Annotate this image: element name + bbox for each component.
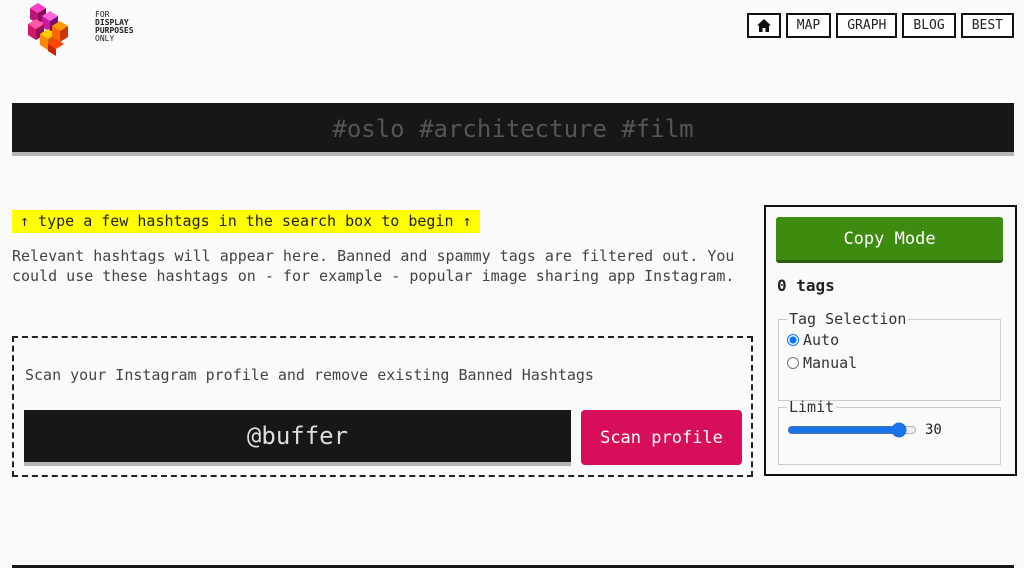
- scan-input-shadow: [24, 462, 571, 466]
- site-logo[interactable]: FOR DISPLAY PURPOSES ONLY: [24, 0, 144, 56]
- logo-text-line4: ONLY: [95, 34, 115, 43]
- limit-legend: Limit: [789, 398, 835, 416]
- search-bar-shadow: [12, 152, 1014, 156]
- copy-mode-button[interactable]: Copy Mode: [776, 217, 1003, 263]
- nav-item-graph[interactable]: GRAPH: [836, 13, 898, 38]
- nav-home-button[interactable]: [746, 13, 781, 38]
- begin-hint: ↑ type a few hashtags in the search box …: [12, 210, 480, 233]
- radio-auto-input[interactable]: [787, 333, 799, 346]
- radio-auto-label: Auto: [803, 330, 840, 349]
- tag-options-panel: Copy Mode 0 tags Tag Selection Auto Manu…: [764, 205, 1017, 476]
- hashtag-search-input[interactable]: [12, 103, 1014, 154]
- radio-auto[interactable]: Auto: [787, 328, 1000, 351]
- scan-profile-button[interactable]: Scan profile: [581, 410, 742, 465]
- description-text: Relevant hashtags will appear here. Bann…: [12, 247, 735, 285]
- nav-item-best[interactable]: BEST: [960, 13, 1014, 38]
- home-icon: [756, 19, 771, 32]
- logo-cubes-icon: [28, 3, 68, 56]
- scan-label: Scan your Instagram profile and remove e…: [25, 366, 594, 384]
- limit-group: Limit 30: [778, 398, 1001, 465]
- radio-manual[interactable]: Manual: [787, 351, 1000, 374]
- radio-manual-input[interactable]: [787, 356, 799, 369]
- instagram-handle-input[interactable]: [24, 410, 571, 462]
- top-nav: MAP GRAPH BLOG BEST: [746, 13, 1014, 38]
- radio-manual-label: Manual: [803, 353, 858, 372]
- limit-slider[interactable]: [787, 422, 917, 438]
- limit-value: 30: [925, 422, 942, 438]
- tag-selection-group: Tag Selection Auto Manual: [778, 310, 1001, 401]
- nav-item-map[interactable]: MAP: [785, 13, 832, 38]
- tag-count: 0 tags: [777, 276, 835, 295]
- scan-profile-box: Scan your Instagram profile and remove e…: [12, 336, 753, 477]
- tag-selection-legend: Tag Selection: [789, 310, 907, 328]
- nav-item-blog[interactable]: BLOG: [902, 13, 956, 38]
